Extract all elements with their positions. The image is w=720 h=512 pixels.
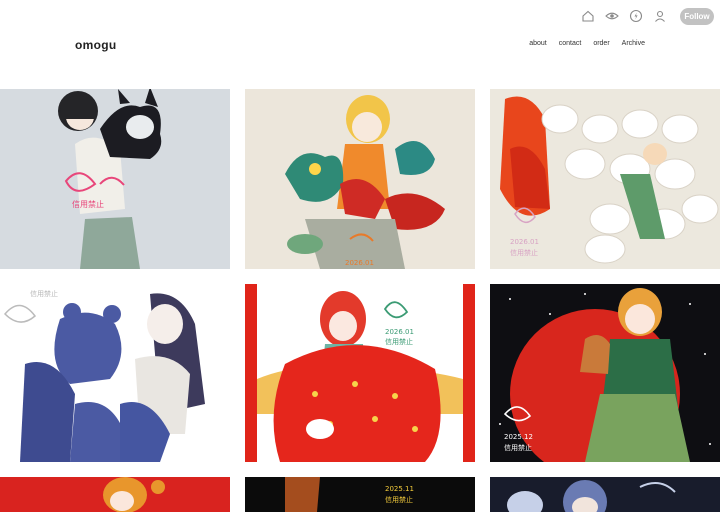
artwork-row3-right [490, 477, 720, 512]
artwork-blonde-girl-plush: 2026.01 [245, 89, 475, 269]
nav-item-archive[interactable]: Archive [622, 40, 645, 47]
svg-text:2025.12: 2025.12 [504, 433, 533, 441]
svg-text:信用禁止: 信用禁止 [72, 199, 104, 209]
artwork-tile-2[interactable]: 2026.01 [245, 89, 475, 269]
artwork-tile-1[interactable]: 信用禁止 [0, 89, 230, 269]
artwork-red-puffer: 2026.01 信用禁止 [245, 284, 475, 462]
nav-item-contact[interactable]: contact [559, 40, 582, 47]
svg-text:2026.01: 2026.01 [345, 259, 374, 267]
artwork-tile-8[interactable]: 2025.11 信用禁止 [245, 477, 475, 512]
nav-item-about[interactable]: about [529, 40, 547, 47]
svg-text:2025.11: 2025.11 [385, 485, 414, 493]
svg-text:信用禁止: 信用禁止 [504, 443, 532, 452]
site-title[interactable]: omogu [75, 38, 117, 52]
svg-text:2026.01: 2026.01 [510, 238, 539, 246]
nav-item-order[interactable]: order [593, 40, 609, 47]
artwork-tile-9[interactable] [490, 477, 720, 512]
svg-text:信用禁止: 信用禁止 [385, 495, 413, 504]
top-toolbar: Follow [578, 6, 714, 26]
artwork-row3-mid: 2025.11 信用禁止 [245, 477, 475, 512]
eye-icon[interactable] [602, 6, 622, 26]
artwork-blue-bears: 信用禁止 [0, 284, 230, 462]
lightning-icon[interactable] [626, 6, 646, 26]
artwork-tile-4[interactable]: 信用禁止 [0, 284, 230, 462]
main-nav: about contact order Archive [529, 40, 645, 47]
artwork-girl-black-dog: 信用禁止 [0, 89, 230, 269]
user-icon[interactable] [650, 6, 670, 26]
artwork-row3-left [0, 477, 230, 512]
artwork-tile-7[interactable] [0, 477, 230, 512]
artwork-tile-3[interactable]: 2026.01 信用禁止 [490, 89, 720, 269]
follow-button[interactable]: Follow [680, 7, 714, 25]
artwork-gingerbread-night: 2025.12 信用禁止 [490, 284, 720, 462]
artwork-sheep-pile: 2026.01 信用禁止 [490, 89, 720, 269]
svg-text:信用禁止: 信用禁止 [30, 289, 58, 298]
svg-text:信用禁止: 信用禁止 [510, 248, 538, 257]
svg-text:2026.01: 2026.01 [385, 328, 414, 336]
artwork-tile-6[interactable]: 2025.12 信用禁止 [490, 284, 720, 462]
home-icon[interactable] [578, 6, 598, 26]
svg-text:信用禁止: 信用禁止 [385, 337, 413, 346]
artwork-tile-5[interactable]: 2026.01 信用禁止 [245, 284, 475, 462]
